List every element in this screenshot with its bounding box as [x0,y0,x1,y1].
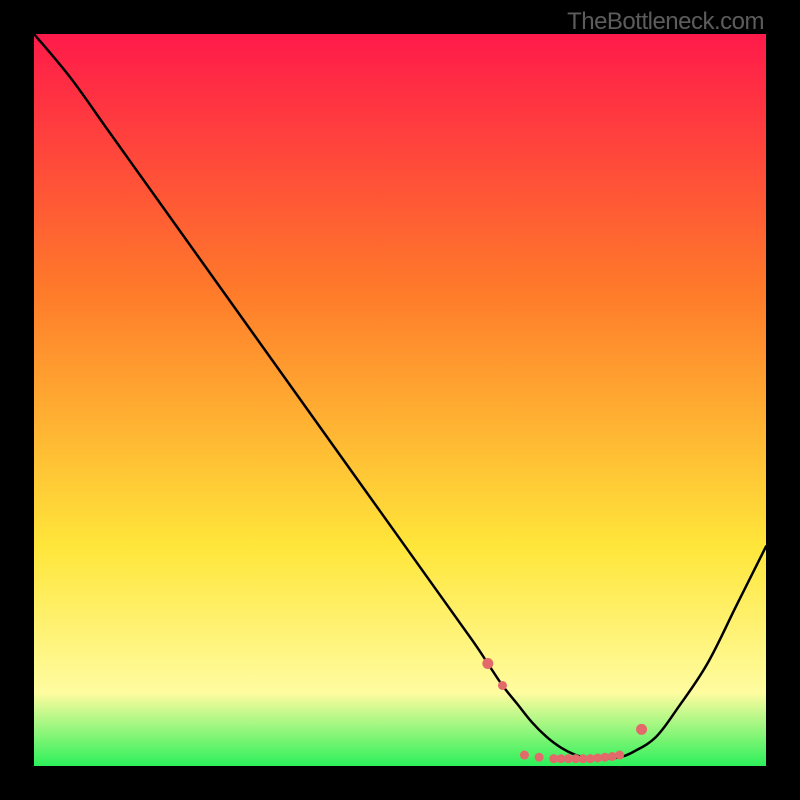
marker-point [520,751,529,760]
chart-background [34,34,766,766]
marker-point [535,753,544,762]
watermark-text: TheBottleneck.com [567,8,764,36]
chart-frame [34,34,766,766]
marker-point [615,751,624,760]
marker-point [482,658,493,669]
marker-point [636,724,647,735]
chart-svg [34,34,766,766]
marker-point [498,681,507,690]
